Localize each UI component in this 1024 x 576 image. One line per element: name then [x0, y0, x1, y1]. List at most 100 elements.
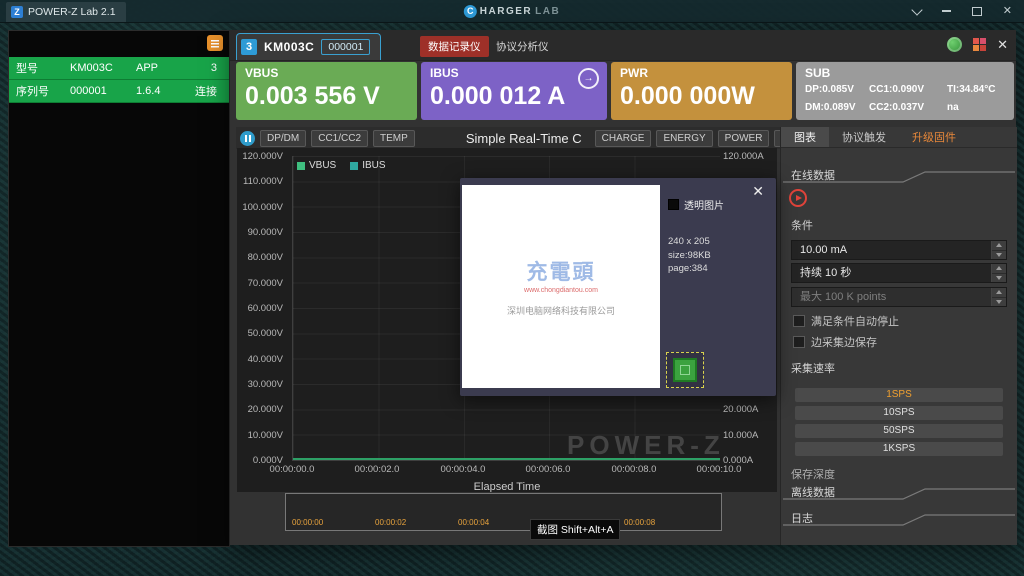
- auto-stop-label: 满足条件自动停止: [811, 313, 899, 329]
- vbus-label: VBUS: [245, 66, 408, 80]
- stepper-up[interactable]: [992, 264, 1006, 274]
- auto-stop-option[interactable]: 满足条件自动停止: [793, 313, 899, 329]
- x-axis-label: 00:00:08.0: [612, 464, 657, 475]
- timeline-navigator[interactable]: 00:00:00 00:00:02 00:00:04 00:00:06 00:0…: [285, 493, 722, 531]
- save-depth-label: 保存深度: [791, 466, 835, 482]
- rate-1sps-button[interactable]: 1SPS: [795, 388, 1003, 402]
- app-tab[interactable]: Z POWER-Z Lab 2.1: [6, 2, 126, 22]
- folder-icon[interactable]: [207, 35, 223, 51]
- metric-cards: VBUS 0.003 556 V IBUS → 0.000 012 A PWR …: [236, 62, 1014, 120]
- y-axis-label: 10.000V: [248, 430, 283, 441]
- transparent-image-option[interactable]: 透明图片: [668, 197, 724, 212]
- close-session-icon[interactable]: ✕: [997, 38, 1008, 51]
- chevron-down-icon[interactable]: [911, 4, 922, 15]
- toggle-charge-button[interactable]: CHARGE: [595, 130, 652, 147]
- device-row-model[interactable]: 型号 KM003C APP 3: [9, 57, 229, 80]
- record-button[interactable]: [789, 189, 807, 207]
- toggle-temp-button[interactable]: TEMP: [373, 130, 415, 147]
- session-serial: 000001: [321, 39, 370, 55]
- log-header[interactable]: 日志: [781, 508, 1017, 528]
- y-axis-label: 120.000A: [723, 151, 764, 162]
- chip-body: [673, 358, 697, 382]
- chart-title: Simple Real-Time C: [466, 131, 582, 146]
- preview-image: 充電頭 www.chongdiantou.com 深圳电脑网络科技有限公司: [462, 185, 660, 388]
- desktop: Z POWER-Z Lab 2.1 C HARGER LAB ✕ 型号 KM00…: [0, 0, 1024, 576]
- chip-icon[interactable]: [666, 352, 704, 388]
- popup-close-icon[interactable]: ✕: [752, 184, 764, 198]
- stepper-up[interactable]: [992, 241, 1006, 251]
- device-model-value: KM003C: [63, 62, 129, 74]
- y-axis-label: 20.000A: [723, 404, 758, 415]
- rate-10sps-button[interactable]: 10SPS: [795, 406, 1003, 420]
- current-threshold-input[interactable]: 10.00 mA: [791, 240, 1007, 260]
- down-arrow-icon: [996, 253, 1002, 257]
- save-while-sampling-label: 边采集边保存: [811, 334, 877, 350]
- duration-stepper[interactable]: [991, 264, 1006, 282]
- close-icon[interactable]: ✕: [1003, 6, 1012, 17]
- legend-vbus[interactable]: VBUS: [297, 160, 336, 171]
- sub-cc2: CC2:0.037V: [869, 102, 947, 113]
- offline-data-header[interactable]: 离线数据: [781, 482, 1017, 502]
- tab-upgrade-firmware[interactable]: 升级固件: [899, 127, 969, 147]
- max-points-stepper: [991, 288, 1006, 306]
- chip-core: [680, 365, 690, 375]
- legend-ibus[interactable]: IBUS: [350, 160, 385, 171]
- maximize-icon[interactable]: [972, 7, 982, 16]
- auto-stop-checkbox[interactable]: [793, 315, 805, 327]
- image-page-number: page:384: [668, 263, 708, 274]
- green-dot-icon[interactable]: [947, 37, 962, 52]
- menu-protocol-analyzer[interactable]: 协议分析仪: [488, 36, 557, 57]
- apps-grid-icon[interactable]: [973, 38, 986, 51]
- y-axis-label: 70.000V: [248, 278, 283, 289]
- menu-data-recorder[interactable]: 数据记录仪: [420, 36, 489, 57]
- window-controls: ✕: [913, 0, 1012, 22]
- settings-panel: 图表 协议触发 升级固件 在线数据 条件 10.00 mA: [780, 127, 1017, 545]
- session-index-badge: 3: [241, 39, 257, 55]
- navigator-time: 00:00:00: [292, 518, 323, 527]
- pause-chart-icon[interactable]: [240, 131, 255, 146]
- x-axis-label: 00:00:10.0: [697, 464, 742, 475]
- online-data-title: 在线数据: [791, 167, 835, 183]
- session-tabstrip: 3 KM003C 000001 数据记录仪 协议分析仪 ✕: [230, 30, 1016, 61]
- minimize-icon[interactable]: [942, 10, 951, 12]
- play-icon: [796, 195, 802, 201]
- image-preview-popup: 充電頭 www.chongdiantou.com 深圳电脑网络科技有限公司 ✕ …: [460, 178, 776, 396]
- tab-chart[interactable]: 图表: [781, 127, 829, 147]
- rate-1ksps-button[interactable]: 1KSPS: [795, 442, 1003, 456]
- current-threshold-stepper[interactable]: [991, 241, 1006, 259]
- trash-icon[interactable]: [710, 348, 740, 388]
- session-tab[interactable]: 3 KM003C 000001: [236, 33, 381, 60]
- condition-label: 条件: [791, 217, 813, 233]
- brand-text-sub: LAB: [535, 6, 560, 17]
- device-row-serial[interactable]: 序列号 000001 1.6.4 连接: [9, 80, 229, 103]
- save-while-sampling-checkbox[interactable]: [793, 336, 805, 348]
- tab-protocol-trigger[interactable]: 协议触发: [829, 127, 899, 147]
- powerz-watermark: POWER-Z: [567, 430, 725, 461]
- duration-value: 持续 10 秒: [800, 267, 851, 279]
- transparent-image-checkbox[interactable]: [668, 199, 679, 210]
- device-app-label: APP: [129, 62, 177, 74]
- direction-arrow-icon[interactable]: →: [578, 68, 599, 89]
- toggle-dpdm-button[interactable]: DP/DM: [260, 130, 306, 147]
- y-axis-label: 50.000V: [248, 328, 283, 339]
- rate-50sps-button[interactable]: 50SPS: [795, 424, 1003, 438]
- powerz-logo-icon: Z: [11, 6, 23, 18]
- chart-toolbar: DP/DM CC1/CC2 TEMP Simple Real-Time C CH…: [236, 127, 780, 149]
- up-arrow-icon: [996, 266, 1002, 270]
- toggle-power-button[interactable]: POWER: [718, 130, 770, 147]
- down-arrow-icon: [996, 300, 1002, 304]
- screenshot-tooltip: 截图 Shift+Alt+A: [530, 519, 620, 540]
- save-while-sampling-option[interactable]: 边采集边保存: [793, 334, 877, 350]
- sub-dm: DM:0.089V: [805, 102, 869, 113]
- toggle-energy-button[interactable]: ENERGY: [656, 130, 712, 147]
- toggle-cc1cc2-button[interactable]: CC1/CC2: [311, 130, 368, 147]
- y-axis-label: 30.000V: [248, 379, 283, 390]
- transparent-image-label: 透明图片: [684, 197, 724, 212]
- vbus-swatch-icon: [297, 162, 305, 170]
- stepper-down[interactable]: [992, 274, 1006, 283]
- y-axis-label: 120.000V: [242, 151, 283, 162]
- duration-input[interactable]: 持续 10 秒: [791, 263, 1007, 283]
- ibus-card: IBUS → 0.000 012 A: [421, 62, 607, 120]
- x-axis-label: 00:00:04.0: [441, 464, 486, 475]
- stepper-down[interactable]: [992, 251, 1006, 260]
